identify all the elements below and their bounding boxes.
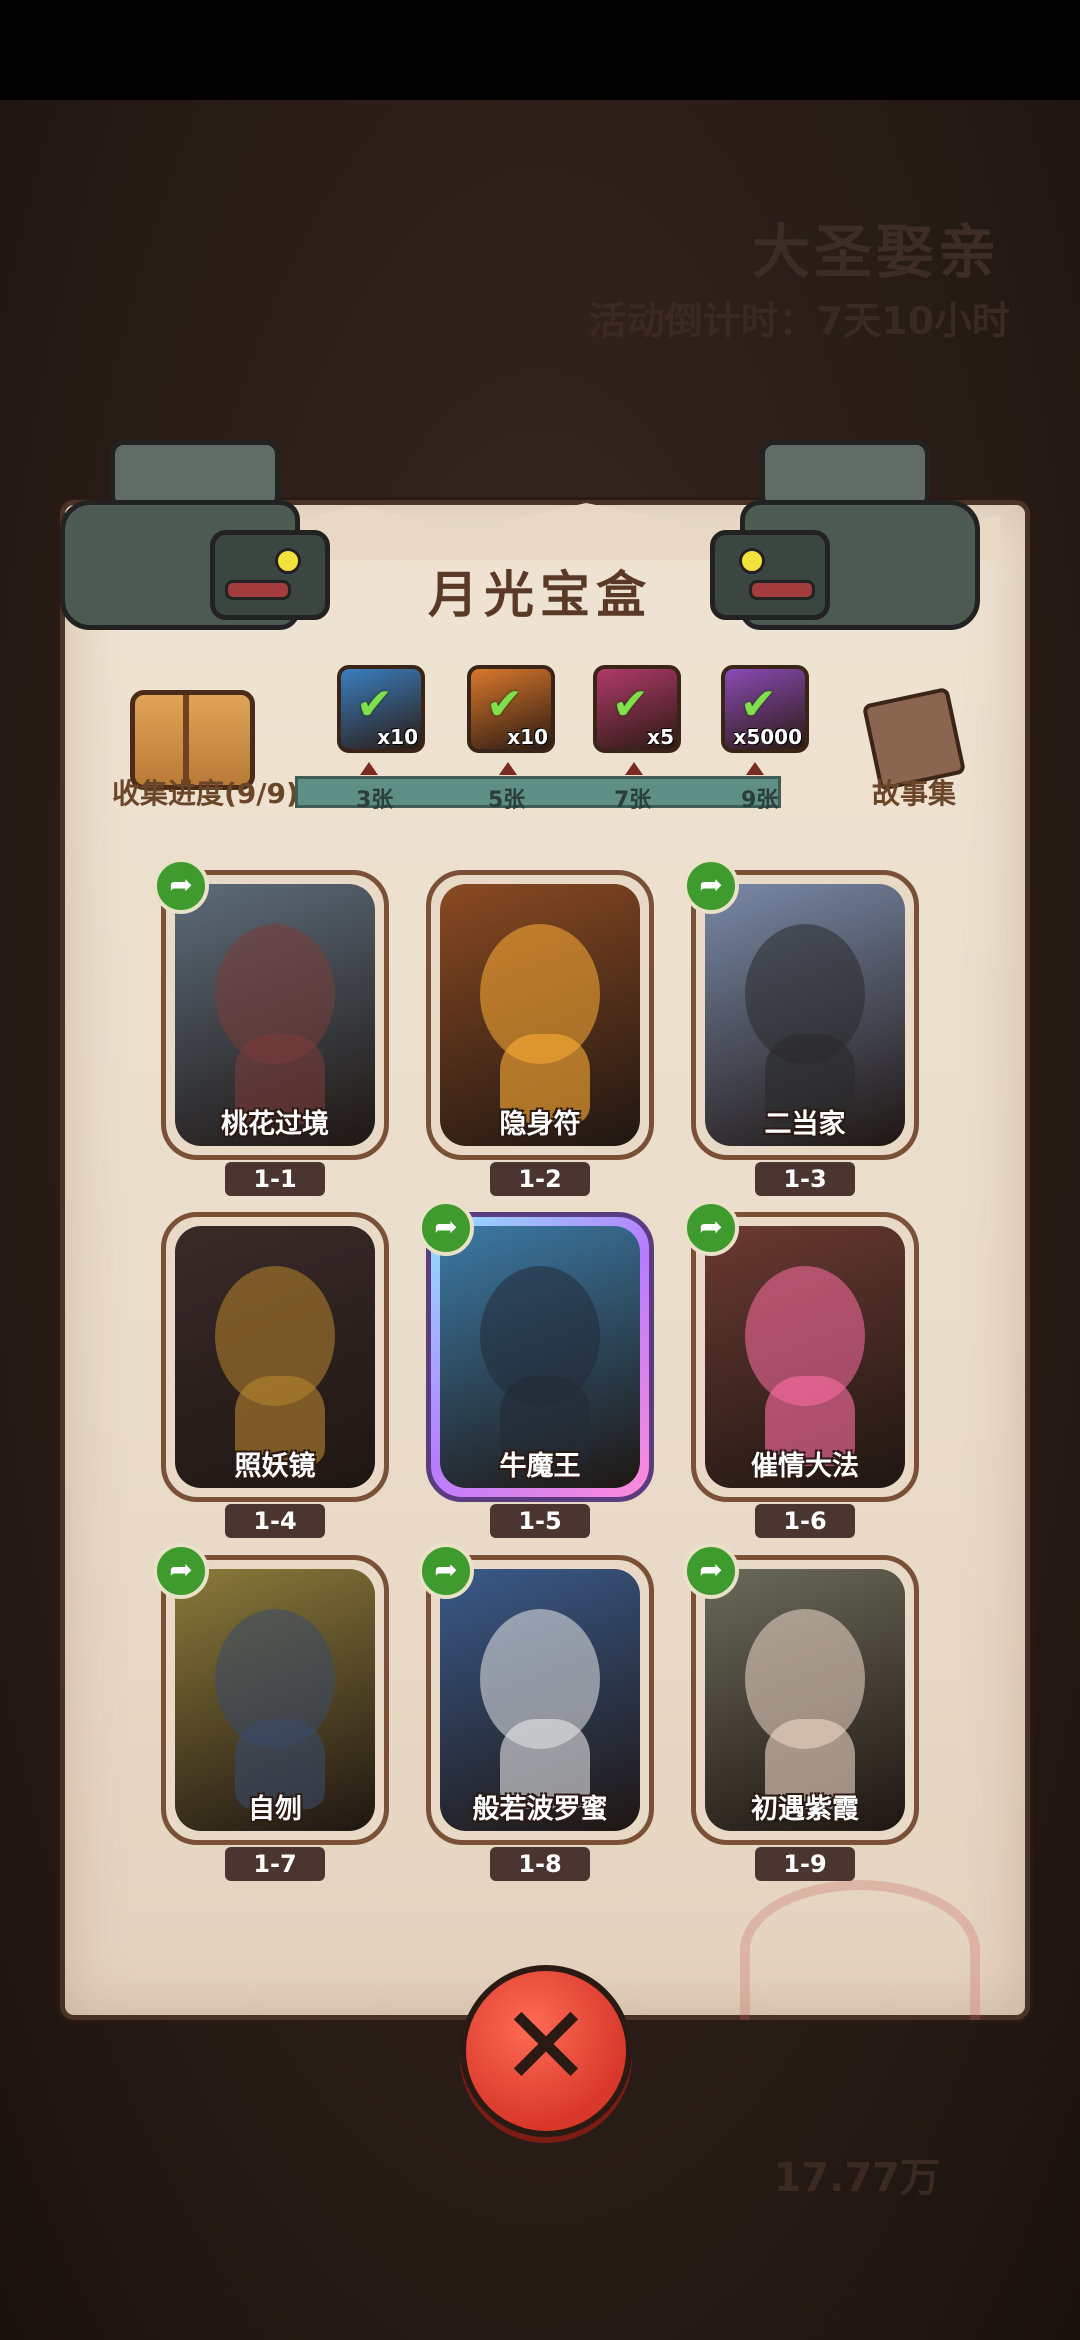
card-title: 牛魔王 — [499, 1451, 581, 1482]
story-card[interactable]: 般若波罗蜜 1-8 ➦ — [418, 1543, 654, 1881]
reward-gem-icon[interactable]: ✔ x5 — [593, 665, 681, 753]
close-button[interactable]: ✕ — [460, 1965, 632, 2137]
status-bar — [0, 0, 1080, 100]
reward-key-icon[interactable]: ✔ x10 — [467, 665, 555, 753]
reward-gold-ingot-icon[interactable]: ✔ x5000 — [721, 665, 809, 753]
reward-qty: x5000 — [733, 725, 802, 749]
milestone-label: 3张 — [356, 788, 394, 813]
card-title: 桃花过境 — [221, 1109, 329, 1140]
card-title: 二当家 — [764, 1109, 846, 1140]
milestone-label: 9张 — [741, 788, 779, 813]
card-title: 照妖镜 — [234, 1451, 316, 1482]
reward-qty: x10 — [377, 725, 418, 749]
share-icon[interactable]: ➦ — [683, 858, 739, 914]
card-title: 催情大法 — [751, 1451, 859, 1482]
share-icon[interactable]: ➦ — [683, 1543, 739, 1599]
story-card[interactable]: 二当家 1-3 ➦ — [683, 858, 919, 1196]
story-card[interactable]: 桃花过境 1-1 ➦ — [153, 858, 389, 1196]
event-timer: 活动倒计时：7天10小时 — [588, 299, 1010, 343]
card-title: 初遇紫霞 — [751, 1794, 859, 1825]
close-x-icon: ✕ — [499, 1982, 593, 2110]
story-card[interactable]: 初遇紫霞 1-9 ➦ — [683, 1543, 919, 1881]
reward-qty: x10 — [507, 725, 548, 749]
milestone-marker — [499, 762, 517, 775]
check-icon: ✔ — [612, 679, 649, 730]
reward-qty: x5 — [647, 725, 674, 749]
milestone-label: 7张 — [614, 788, 652, 813]
share-icon[interactable]: ➦ — [153, 1543, 209, 1599]
card-title: 自刎 — [248, 1794, 302, 1825]
check-icon: ✔ — [356, 679, 393, 730]
story-card[interactable]: 隐身符 1-2 — [426, 870, 654, 1196]
share-icon[interactable]: ➦ — [418, 1200, 474, 1256]
milestone-marker — [360, 762, 378, 775]
story-card[interactable]: 照妖镜 1-4 — [161, 1212, 389, 1538]
share-icon[interactable]: ➦ — [418, 1543, 474, 1599]
story-collection-label[interactable]: 故事集 — [872, 772, 956, 812]
milestone-marker — [746, 762, 764, 775]
card-number: 1-4 — [225, 1504, 325, 1538]
card-number: 1-5 — [490, 1504, 590, 1538]
story-card[interactable]: 自刎 1-7 ➦ — [153, 1543, 389, 1881]
reward-treasure-chest-icon[interactable]: ✔ x10 — [337, 665, 425, 753]
collection-progress-label: 收集进度(9/9) — [112, 777, 299, 810]
card-number: 1-3 — [755, 1162, 855, 1196]
story-card[interactable]: 牛魔王 1-5 ➦ — [418, 1200, 654, 1538]
share-icon[interactable]: ➦ — [683, 1200, 739, 1256]
check-icon: ✔ — [740, 679, 777, 730]
share-icon[interactable]: ➦ — [153, 858, 209, 914]
panel-title: 月光宝盒 — [428, 566, 652, 624]
card-number: 1-8 — [490, 1847, 590, 1881]
check-icon: ✔ — [486, 679, 523, 730]
card-number: 1-7 — [225, 1847, 325, 1881]
card-number: 1-6 — [755, 1504, 855, 1538]
card-title: 隐身符 — [499, 1109, 581, 1140]
story-card[interactable]: 催情大法 1-6 ➦ — [683, 1200, 919, 1538]
card-number: 1-9 — [755, 1847, 855, 1881]
seal-stamp-icon — [740, 1880, 980, 2020]
event-title: 大圣娶亲 — [751, 218, 1000, 286]
card-number: 1-2 — [490, 1162, 590, 1196]
card-title: 般若波罗蜜 — [472, 1794, 608, 1825]
coin-amount: 17.77万 — [773, 2155, 940, 2201]
milestone-label: 5张 — [488, 788, 526, 813]
milestone-marker — [625, 762, 643, 775]
card-number: 1-1 — [225, 1162, 325, 1196]
